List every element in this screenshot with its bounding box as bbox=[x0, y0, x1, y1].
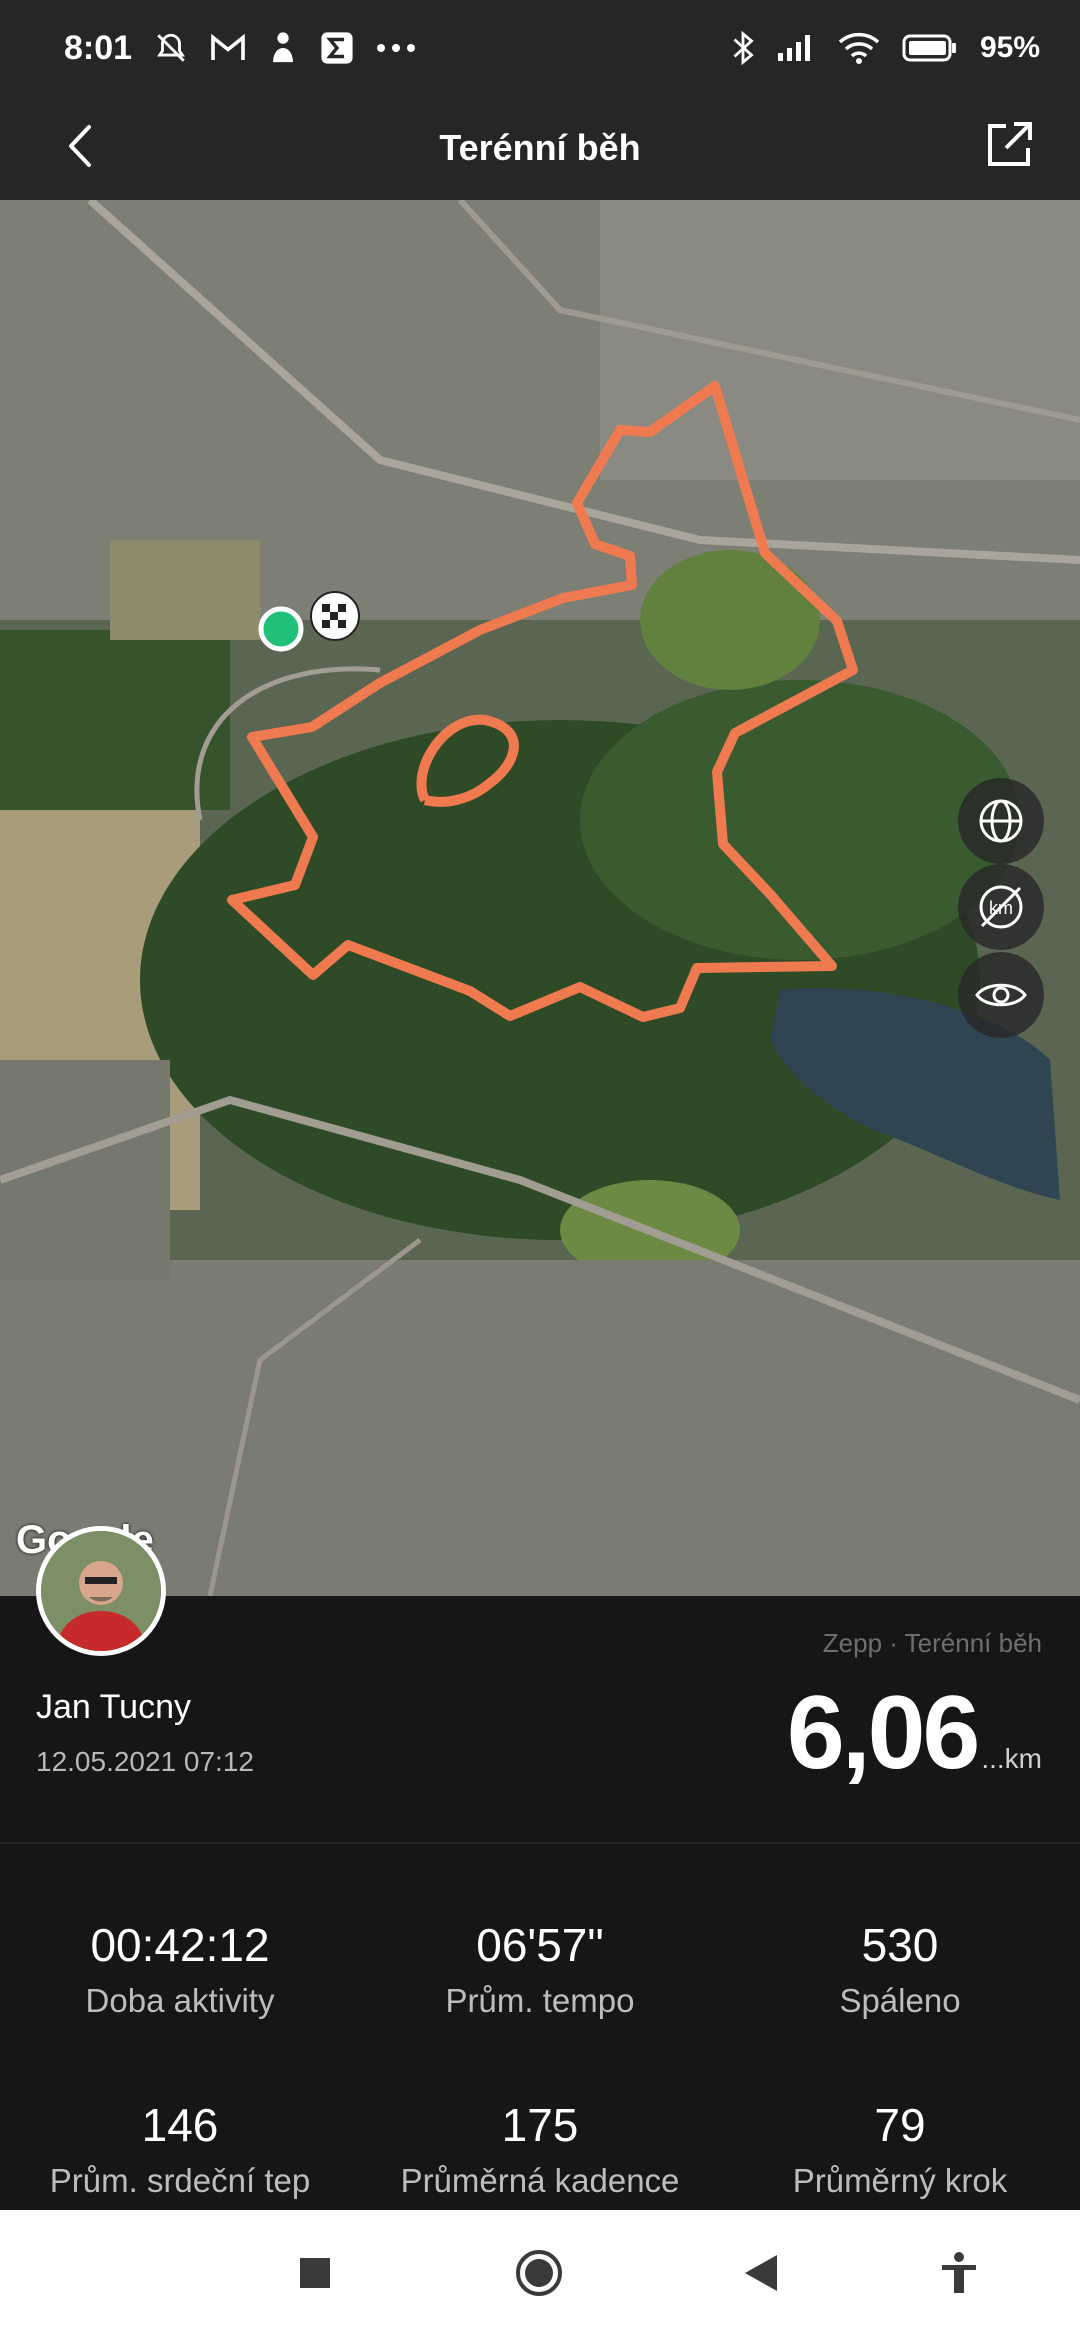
checkered-flag-icon bbox=[310, 591, 360, 641]
recents-square-icon bbox=[299, 2257, 331, 2294]
stat-heart-rate: 146 Prům. srdeční tep bbox=[0, 2098, 360, 2200]
signal-icon bbox=[776, 33, 816, 63]
stat-value: 175 bbox=[501, 2099, 579, 2151]
home-circle-icon bbox=[514, 2248, 564, 2303]
user-name: Jan Tucny bbox=[36, 1688, 191, 1726]
source-label: Zepp · Terénní běh bbox=[822, 1628, 1042, 1658]
stat-pace: 06'57" Prům. tempo bbox=[360, 1918, 720, 2020]
wifi-icon bbox=[838, 32, 880, 64]
km-marker-off-icon: km bbox=[974, 880, 1028, 934]
back-button[interactable] bbox=[52, 120, 108, 176]
stats-grid: 00:42:12 Doba aktivity 06'57" Prům. temp… bbox=[0, 1844, 1080, 2210]
app-bar: Terénní běh bbox=[0, 96, 1080, 200]
route-map[interactable]: km Google bbox=[0, 200, 1080, 1596]
accessibility-button[interactable] bbox=[924, 2240, 994, 2310]
stat-cadence: 175 Průměrná kadence bbox=[360, 2098, 720, 2200]
battery-percent: 95% bbox=[979, 31, 1040, 64]
share-button[interactable] bbox=[976, 114, 1042, 180]
satellite-map bbox=[0, 200, 1080, 1596]
recents-button[interactable] bbox=[280, 2240, 350, 2310]
chevron-left-icon bbox=[65, 123, 95, 174]
stat-value: 06'57" bbox=[476, 1919, 604, 1971]
activity-summary: Jan Tucny 12.05.2021 07:12 Zepp · Terénn… bbox=[0, 1526, 1080, 1840]
stat-stride: 79 Průměrný krok bbox=[720, 2098, 1080, 2200]
status-time: 8:01 bbox=[64, 28, 133, 67]
page-title: Terénní běh bbox=[439, 127, 641, 168]
status-right: 95% bbox=[732, 31, 1040, 65]
stat-label: Prům. tempo bbox=[445, 1982, 635, 2019]
stat-calories: 530 Spáleno bbox=[720, 1918, 1080, 2020]
mute-icon bbox=[154, 31, 188, 65]
stat-value: 79 bbox=[874, 2099, 926, 2151]
gmail-icon bbox=[210, 34, 246, 62]
map-type-button[interactable] bbox=[958, 778, 1044, 864]
home-button[interactable] bbox=[504, 2240, 574, 2310]
distance-unit: ...km bbox=[981, 1743, 1042, 1774]
globe-icon bbox=[976, 796, 1026, 846]
km-markers-button[interactable]: km bbox=[958, 864, 1044, 950]
distance: 6,06 ...km bbox=[787, 1674, 1042, 1793]
back-triangle-icon bbox=[743, 2253, 779, 2298]
sigma-icon bbox=[320, 31, 354, 65]
stat-label: Průměrný krok bbox=[792, 2162, 1008, 2199]
notification-icon bbox=[268, 31, 298, 65]
start-marker bbox=[258, 606, 304, 652]
battery-icon bbox=[902, 33, 958, 63]
status-left: 8:01 bbox=[64, 29, 416, 68]
accessibility-icon bbox=[939, 2251, 979, 2300]
system-nav-bar bbox=[0, 2210, 1080, 2340]
stat-label: Prům. srdeční tep bbox=[49, 2162, 311, 2199]
share-icon bbox=[984, 120, 1034, 175]
back-nav-button[interactable] bbox=[726, 2240, 796, 2310]
stat-label: Doba aktivity bbox=[85, 1982, 275, 2019]
eye-icon bbox=[974, 978, 1028, 1012]
bluetooth-icon bbox=[732, 31, 754, 65]
stat-value: 146 bbox=[141, 2099, 219, 2151]
avatar[interactable] bbox=[36, 1526, 166, 1656]
distance-value: 6,06 bbox=[786, 1675, 980, 1791]
stat-value: 00:42:12 bbox=[90, 1919, 270, 1971]
stat-label: Průměrná kadence bbox=[400, 2162, 680, 2199]
status-bar: 8:01 95% bbox=[0, 0, 1080, 96]
more-icon bbox=[376, 43, 416, 53]
stat-label: Spáleno bbox=[839, 1982, 961, 2019]
stat-value: 530 bbox=[861, 1919, 939, 1971]
activity-date: 12.05.2021 07:12 bbox=[36, 1746, 254, 1777]
stat-duration: 00:42:12 Doba aktivity bbox=[0, 1918, 360, 2020]
visibility-button[interactable] bbox=[958, 952, 1044, 1038]
